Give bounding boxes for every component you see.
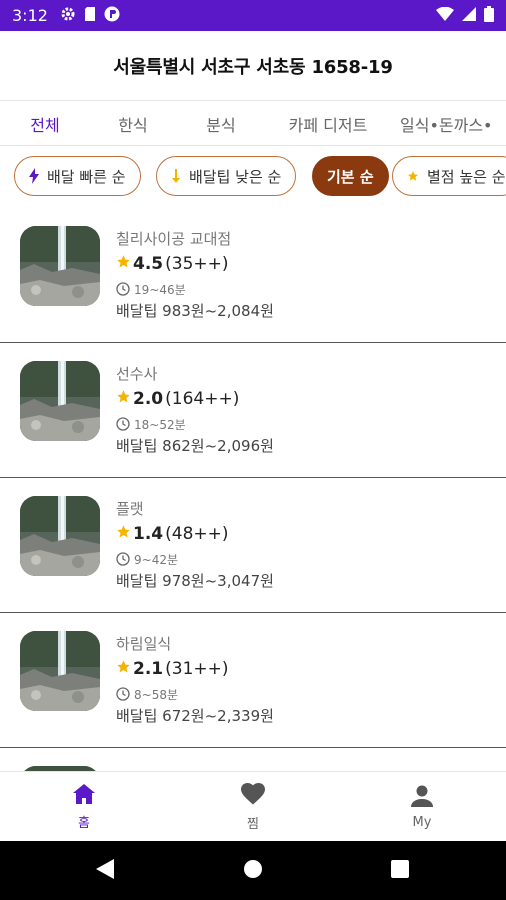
restaurant-thumbnail bbox=[20, 226, 100, 306]
review-count: (35++) bbox=[165, 254, 229, 274]
star-icon bbox=[116, 659, 131, 679]
chip-label: 배달팁 낮은 순 bbox=[189, 167, 282, 186]
clock-icon bbox=[116, 417, 130, 431]
person-icon bbox=[411, 785, 433, 811]
delivery-tip: 배달팁 862원~2,096원 bbox=[116, 437, 274, 455]
restaurant-thumbnail bbox=[20, 361, 100, 441]
clock-icon bbox=[116, 687, 130, 701]
arrow-down-icon bbox=[171, 169, 181, 183]
tab-korean[interactable]: 한식 bbox=[104, 101, 162, 145]
nav-home[interactable]: 홈 bbox=[0, 772, 168, 842]
restaurant-name: 플랫 bbox=[116, 500, 144, 518]
restaurant-name: 하림일식 bbox=[116, 635, 172, 653]
clock-icon bbox=[116, 552, 130, 566]
chip-label: 별점 높은 순 bbox=[427, 167, 506, 186]
sort-high-rating-chip[interactable]: 별점 높은 순 bbox=[392, 156, 506, 196]
wifi-icon bbox=[436, 6, 454, 25]
restaurant-thumbnail bbox=[20, 496, 100, 576]
status-time: 3:12 bbox=[12, 6, 48, 25]
home-system-button[interactable] bbox=[223, 841, 283, 900]
chip-label: 배달 빠른 순 bbox=[47, 167, 126, 186]
tab-snack[interactable]: 분식 bbox=[192, 101, 250, 145]
restaurant-item[interactable] bbox=[0, 748, 506, 771]
clock-icon bbox=[116, 282, 130, 296]
system-navigation-bar bbox=[0, 841, 506, 900]
delivery-tip: 배달팁 672원~2,339원 bbox=[116, 707, 274, 725]
restaurant-list: 칠리사이공 교대점 4.5 (35++) 19~46분 배달팁 983원~2,0… bbox=[0, 208, 506, 771]
signal-icon bbox=[462, 6, 476, 25]
delivery-time: 19~46분 bbox=[134, 282, 186, 297]
chip-label: 기본 순 bbox=[327, 167, 374, 186]
review-count: (48++) bbox=[165, 524, 229, 544]
rating-score: 1.4 bbox=[133, 524, 164, 544]
recents-button[interactable] bbox=[370, 841, 430, 900]
nav-my[interactable]: My bbox=[338, 772, 506, 842]
review-count: (31++) bbox=[165, 659, 229, 679]
restaurant-item[interactable]: 플랫 1.4 (48++) 9~42분 배달팁 978원~3,047원 bbox=[0, 478, 506, 613]
status-bar: 3:12 bbox=[0, 0, 506, 31]
delivery-time: 18~52분 bbox=[134, 417, 186, 432]
home-icon bbox=[73, 783, 95, 808]
app-notification-icon bbox=[104, 6, 120, 26]
sort-chips: 배달 빠른 순 배달팁 낮은 순 기본 순 별점 높은 순 bbox=[0, 156, 506, 200]
star-icon bbox=[116, 524, 131, 544]
restaurant-thumbnail bbox=[20, 631, 100, 711]
star-icon bbox=[116, 254, 131, 274]
nav-label: My bbox=[412, 814, 432, 830]
restaurant-item[interactable]: 선수사 2.0 (164++) 18~52분 배달팁 862원~2,096원 bbox=[0, 343, 506, 478]
recents-square-icon bbox=[391, 859, 409, 882]
address-header[interactable]: 서울특별시 서초구 서초동 1658-19 bbox=[0, 31, 506, 101]
heart-icon bbox=[240, 782, 266, 809]
nav-favorites[interactable]: 찜 bbox=[169, 772, 337, 842]
sort-low-tip-chip[interactable]: 배달팁 낮은 순 bbox=[156, 156, 297, 196]
review-count: (164++) bbox=[165, 389, 240, 409]
delivery-tip: 배달팁 978원~3,047원 bbox=[116, 572, 274, 590]
nav-label: 홈 bbox=[78, 815, 90, 831]
rating-score: 4.5 bbox=[133, 254, 164, 274]
tab-cafe-dessert[interactable]: 카페 디저트 bbox=[275, 101, 381, 145]
restaurant-item[interactable]: 칠리사이공 교대점 4.5 (35++) 19~46분 배달팁 983원~2,0… bbox=[0, 208, 506, 343]
restaurant-name: 칠리사이공 교대점 bbox=[116, 230, 232, 248]
rating-score: 2.1 bbox=[133, 659, 164, 679]
star-icon bbox=[407, 170, 419, 182]
battery-icon bbox=[484, 5, 494, 26]
sort-fast-delivery-chip[interactable]: 배달 빠른 순 bbox=[14, 156, 141, 196]
tab-japanese-katsu[interactable]: 일식•돈까스• bbox=[400, 101, 506, 145]
home-circle-icon bbox=[243, 859, 263, 883]
bottom-navigation: 홈 찜 My bbox=[0, 771, 506, 841]
rating-score: 2.0 bbox=[133, 389, 164, 409]
sd-card-icon bbox=[84, 6, 96, 26]
settings-gear-icon bbox=[60, 6, 76, 26]
delivery-tip: 배달팁 983원~2,084원 bbox=[116, 302, 274, 320]
restaurant-item[interactable]: 하림일식 2.1 (31++) 8~58분 배달팁 672원~2,339원 bbox=[0, 613, 506, 748]
sort-default-chip[interactable]: 기본 순 bbox=[312, 156, 389, 196]
tab-all[interactable]: 전체 bbox=[16, 101, 74, 145]
category-tabs: 전체 한식 분식 카페 디저트 일식•돈까스• bbox=[0, 101, 506, 146]
nav-label: 찜 bbox=[247, 816, 259, 832]
back-button[interactable] bbox=[75, 841, 135, 900]
star-icon bbox=[116, 389, 131, 409]
restaurant-name: 선수사 bbox=[116, 365, 158, 383]
lightning-icon bbox=[29, 168, 39, 184]
delivery-time: 9~42분 bbox=[134, 552, 178, 567]
delivery-address[interactable]: 서울특별시 서초구 서초동 1658-19 bbox=[113, 53, 393, 79]
delivery-time: 8~58분 bbox=[134, 687, 178, 702]
back-triangle-icon bbox=[96, 858, 114, 883]
